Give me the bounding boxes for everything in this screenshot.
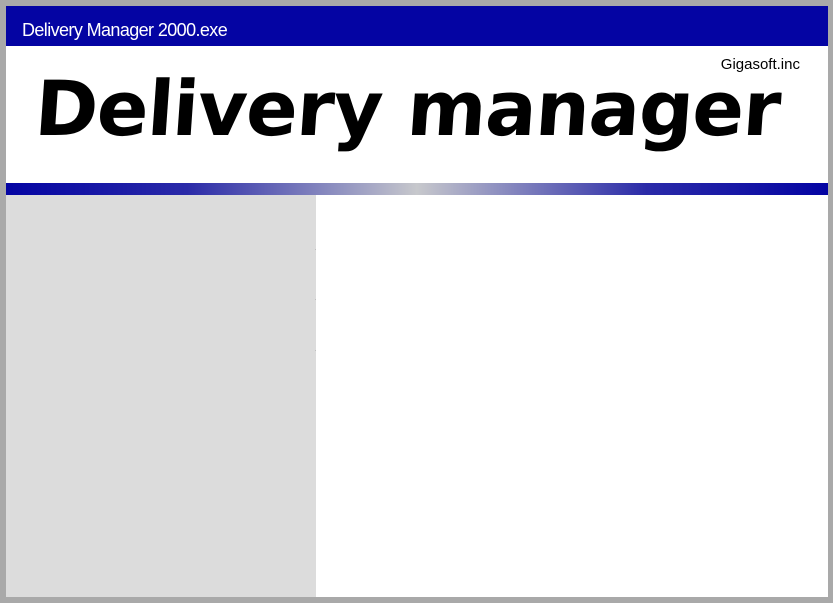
sidebar-panel xyxy=(6,195,317,597)
window-title: Delivery Manager 2000.exe xyxy=(22,20,228,40)
window-titlebar[interactable]: Delivery Manager 2000.exe xyxy=(6,6,828,46)
app-header: Gigasoft.inc Delivery manager xyxy=(6,46,828,183)
header-divider-bar xyxy=(6,183,828,195)
app-title: Delivery manager xyxy=(32,64,783,153)
main-content-area xyxy=(316,195,828,597)
app-window: Delivery Manager 2000.exe Gigasoft.inc D… xyxy=(0,0,833,603)
